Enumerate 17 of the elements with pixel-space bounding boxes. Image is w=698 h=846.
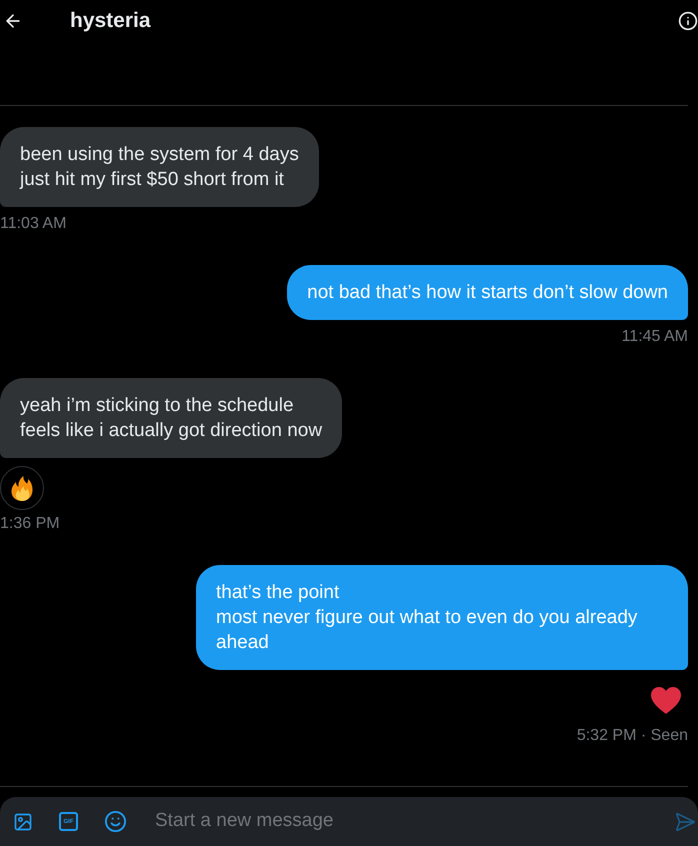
received-message-bubble: been using the system for 4 days just hit my first $50 short from it — [0, 127, 319, 207]
emoji-button[interactable] — [104, 810, 127, 833]
info-button[interactable] — [678, 11, 698, 31]
message-timestamp: 1:36 PM — [0, 514, 60, 534]
image-button[interactable] — [13, 812, 33, 832]
sent-message-bubble: that’s the point most never figure out what to even do you already ahead — [196, 565, 688, 670]
image-icon — [13, 812, 33, 832]
conversation-title: hysteria — [70, 9, 151, 33]
message-timestamp: 5:32 PM · Seen — [576, 726, 688, 746]
info-icon — [678, 11, 698, 31]
received-message-bubble: yeah i’m sticking to the schedule feels like i actually got direction now — [0, 378, 342, 458]
message-timestamp: 11:45 AM — [622, 327, 688, 347]
sent-message-bubble: not bad that’s how it starts don’t slow down — [287, 265, 688, 320]
message-timestamp: 11:03 AM — [0, 214, 66, 234]
message-input[interactable]: Start a new message — [155, 807, 674, 836]
send-icon — [674, 810, 696, 832]
smiley-icon — [104, 810, 127, 833]
